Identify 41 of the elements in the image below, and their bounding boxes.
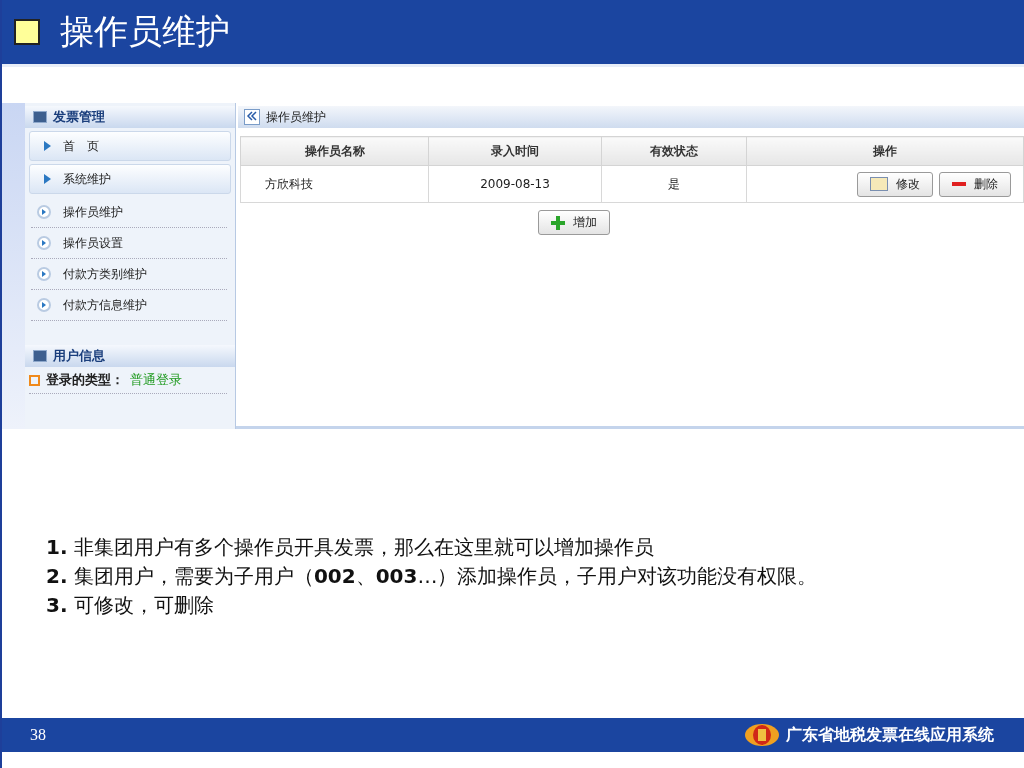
edit-button[interactable]: 修改 [857,171,933,197]
page-number: 38 [30,726,47,744]
column-header: 有效状态 [601,136,747,166]
note-text: 1. 非集团用户有多个操作员开具发票，那么在这里就可以增加操作员 [46,534,655,561]
section-title: 用户信息 [53,347,105,365]
info-label: 登录的类型： [46,371,124,389]
section-title: 发票管理 [53,108,105,126]
column-header: 录入时间 [428,136,602,166]
breadcrumb-text: 操作员维护 [266,108,326,126]
emblem-icon [744,723,780,747]
menu-item[interactable]: 付款方类别维护 [31,259,227,290]
arrow-circle-icon [37,298,51,312]
square-icon [29,374,40,386]
bullet-square-icon [14,19,40,45]
menu-item[interactable]: 付款方信息维护 [31,290,227,321]
table-cell: 2009-08-13 [428,165,602,203]
triangle-icon [44,141,51,151]
column-header: 操作 [746,136,1024,166]
slide-title: 操作员维护 [60,10,230,53]
section-icon [33,111,47,123]
note-text: 3. 可修改，可删除 [46,592,215,619]
info-value: 普通登录 [130,371,182,389]
menu-item[interactable]: 操作员维护 [31,197,227,228]
column-header: 操作员名称 [240,136,429,166]
arrow-circle-icon [37,267,51,281]
delete-button[interactable]: 删除 [939,171,1011,197]
menu-tab[interactable]: 首 页 [29,131,231,161]
table-cell: 是 [601,165,747,203]
section-icon [33,350,47,362]
add-button[interactable]: 增加 [538,210,610,235]
arrow-circle-icon [37,236,51,250]
triangle-icon [44,174,51,184]
double-chevron-icon[interactable] [244,109,260,125]
minus-icon [952,182,966,186]
plus-icon [551,215,565,230]
note-text: 2. 集团用户，需要为子用户（002、003…）添加操作员，子用户对该功能没有权限。 [46,563,819,590]
table-cell: 方欣科技 [240,165,429,203]
footer-title: 广东省地税发票在线应用系统 [786,724,994,746]
menu-tab[interactable]: 系统维护 [29,164,231,194]
menu-item[interactable]: 操作员设置 [31,228,227,259]
arrow-circle-icon [37,205,51,219]
